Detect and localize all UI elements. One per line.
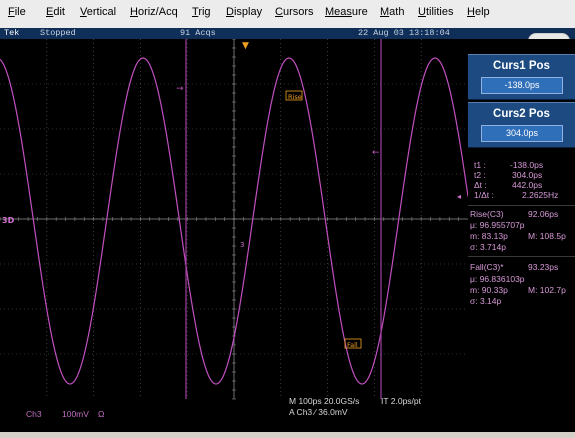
cursor1-arrow-icon: → [176,84,184,94]
separator [468,256,575,257]
date-time: 22 Aug 03 13:18:04 [358,28,450,38]
scope-window: File Edit Vertical Horiz/Acq Trig Display Curs… [0,0,575,438]
delta-t-value: 442.0ps [512,180,543,190]
channel-ground-marker: 3 [240,241,244,249]
center-axes [0,39,468,400]
rise-marker-label: Rise [288,93,302,101]
menu-help-label: elp [474,6,490,18]
menu-display[interactable]: Display [226,6,262,18]
trigger-readout[interactable]: A Ch3 ⁄ 36.0mV [289,407,348,417]
menu-vertical-label: ertical [86,6,117,18]
rise-value: 92.06ps [528,209,559,219]
menu-measure[interactable]: Measure [325,6,368,18]
menu-math-label: ath [389,6,405,18]
menu-bar: File Edit Vertical Horiz/Acq Trig Display Curs… [0,0,575,29]
channel3-level-icon: 3D [2,216,15,225]
cursor2-title: Curs2 Pos [493,108,550,120]
menu-file[interactable]: File [8,6,26,18]
menu-utilities-mnemonic: U [418,6,426,18]
menu-display-label: isplay [233,6,263,18]
cursor1-title: Curs1 Pos [493,60,550,72]
rise-min: m: 83.13p [470,231,508,241]
status-strip: Tek Stopped 91 Acqs 22 Aug 03 13:18:04 [0,28,575,39]
rise-sigma: σ: 3.714p [470,242,506,252]
menu-cursors[interactable]: Cursors [275,6,314,18]
cursor1-value[interactable]: -138.0ps [481,77,563,94]
fall-mean: μ: 96.836103p [470,274,525,284]
menu-utilities[interactable]: Utilities [418,6,453,18]
cursor2-value[interactable]: 304.0ps [481,125,563,142]
menu-help[interactable]: Help [467,6,490,18]
rise-title: Rise(C3) [470,209,504,219]
menu-cursors-mnemonic: C [275,6,283,18]
rise-mean: μ: 96.955707p [470,220,525,230]
waveform-display: → ← ▼ Rise Fall 3 3D ◂ Ch3 100mV Ω M 100… [0,39,468,432]
inverse-delta-t-value: 2.2625Hz [522,190,559,200]
vertical-scale[interactable]: 100mV [62,409,89,419]
right-edge-marker-icon: ◂ [457,192,461,201]
interp-readout: IT 2.0ps/pt [381,396,422,406]
coupling-icon: Ω [98,409,105,419]
menu-measure-mnemonic: Meas [325,6,352,18]
menu-vertical[interactable]: Vertical [80,6,116,18]
menu-measure-label: ure [351,6,368,18]
menu-file-mnemonic: F [8,6,15,18]
cursor2-position-control[interactable]: Curs2 Pos 304.0ps [468,102,575,148]
menu-edit-label: dit [53,6,65,18]
menu-math-mnemonic: M [380,6,390,18]
menu-edit[interactable]: Edit [46,6,65,18]
separator [468,205,575,206]
trigger-pos-icon: ▼ [242,41,249,51]
menu-horiz-acq-label: oriz/Acq [137,6,178,18]
delta-t-label: Δt : [474,180,487,190]
menu-display-mnemonic: D [226,6,234,18]
cursor2-arrow-icon: ← [372,148,380,158]
inverse-delta-t-label: 1/Δt : [474,190,494,200]
fall-min: m: 90.33p [470,285,508,295]
t1-value: -138.0ps [510,160,544,170]
menu-file-label: ile [14,6,26,18]
brand-label: Tek [4,28,20,38]
graticule: → ← ▼ Rise Fall 3 3D ◂ [0,39,468,400]
fall-max: M: 102.7p [528,285,566,295]
menu-trig[interactable]: Trig [192,6,211,18]
menu-horiz-acq-mnemonic: H [130,6,138,18]
menu-utilities-label: tilities [425,6,454,18]
menu-cursors-label: ursors [282,6,314,18]
t1-label: t1 : [474,160,486,170]
timebase-readout[interactable]: M 100ps 20.0GS/s [289,396,359,406]
t2-label: t2 : [474,170,486,180]
t2-value: 304.0ps [512,170,543,180]
menu-horiz-acq[interactable]: Horiz/Acq [130,6,178,18]
channel-label[interactable]: Ch3 [26,409,42,419]
menu-trig-label: rig [198,6,211,18]
fall-value: 93.23ps [528,262,559,272]
acquisition-state: Stopped [40,28,76,38]
acquisition-count: 91 Acqs [180,28,216,38]
fall-title: Fall(C3)* [470,262,504,272]
cursor1-position-control[interactable]: Curs1 Pos -138.0ps [468,54,575,100]
fall-sigma: σ: 3.14p [470,296,502,306]
fall-marker-label: Fall [347,341,358,349]
menu-math[interactable]: Math [380,6,404,18]
rise-max: M: 108.5p [528,231,566,241]
menu-help-mnemonic: H [467,6,475,18]
menu-vertical-mnemonic: V [80,6,87,18]
